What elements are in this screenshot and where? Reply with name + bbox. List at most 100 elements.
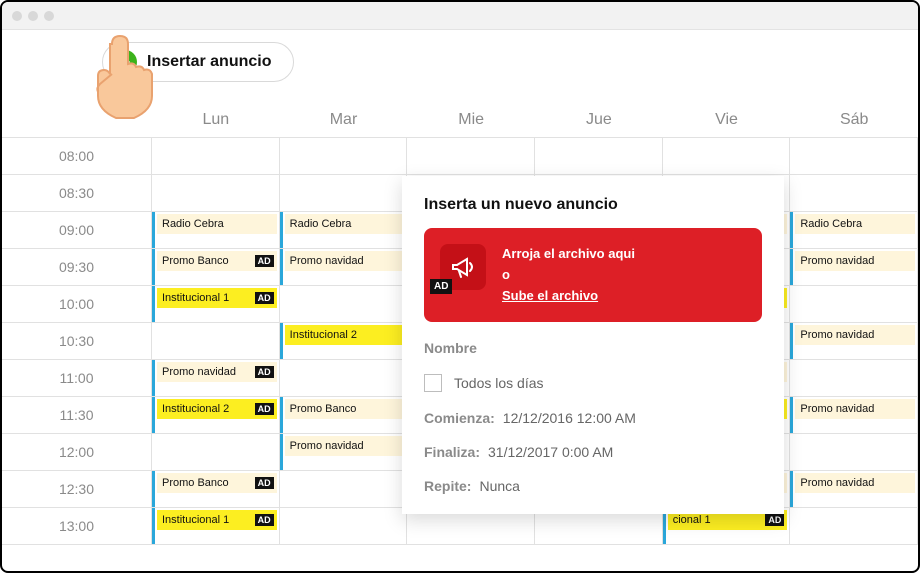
schedule-cell[interactable]: Promo Banco xyxy=(280,397,408,433)
day-header: Sáb xyxy=(790,111,918,129)
event-chip[interactable]: Promo Banco xyxy=(285,399,405,419)
ad-badge: AD xyxy=(255,514,274,527)
schedule-cell[interactable] xyxy=(407,138,535,174)
schedule-cell[interactable] xyxy=(152,138,280,174)
schedule-cell[interactable] xyxy=(280,508,408,544)
schedule-cell[interactable] xyxy=(280,286,408,322)
schedule-cell[interactable]: Institucional 2 xyxy=(280,323,408,359)
drop-line1: Arroja el archivo aqui xyxy=(502,244,635,265)
all-days-label: Todos los días xyxy=(454,375,544,391)
time-label: 12:00 xyxy=(2,434,152,470)
schedule-cell[interactable] xyxy=(280,471,408,507)
schedule-cell[interactable] xyxy=(535,138,663,174)
event-chip[interactable]: Promo navidad xyxy=(795,325,915,345)
schedule-cell[interactable] xyxy=(790,175,918,211)
day-header: Vie xyxy=(663,111,791,129)
schedule-cell[interactable]: Promo navidad xyxy=(790,323,918,359)
time-row: 08:00 xyxy=(2,138,918,175)
event-chip[interactable]: Institucional 2AD xyxy=(157,399,277,419)
time-label: 13:00 xyxy=(2,508,152,544)
ad-badge: AD xyxy=(255,255,274,268)
start-value[interactable]: 12/12/2016 12:00 AM xyxy=(503,410,636,426)
event-chip[interactable]: Institucional 1AD xyxy=(157,288,277,308)
traffic-light-dot xyxy=(12,11,22,21)
schedule-cell[interactable]: Promo navidad xyxy=(280,434,408,470)
time-label: 09:30 xyxy=(2,249,152,285)
event-chip[interactable]: Radio Cebra xyxy=(157,214,277,234)
schedule-cell[interactable] xyxy=(280,175,408,211)
insert-ad-label: Insertar anuncio xyxy=(147,53,271,71)
event-title: Promo Banco xyxy=(162,477,229,489)
ad-badge: AD xyxy=(765,514,784,527)
schedule-cell[interactable]: Promo navidad xyxy=(790,471,918,507)
schedule-cell[interactable]: Promo BancoAD xyxy=(152,471,280,507)
drop-or: o xyxy=(502,265,635,286)
end-row: Finaliza: 31/12/2017 0:00 AM xyxy=(424,444,762,460)
schedule-cell[interactable] xyxy=(152,323,280,359)
time-label: 09:00 xyxy=(2,212,152,248)
event-title: Radio Cebra xyxy=(162,218,224,230)
schedule-cell[interactable] xyxy=(280,360,408,396)
schedule-cell[interactable] xyxy=(280,138,408,174)
event-title: Institucional 1 xyxy=(162,514,229,526)
schedule-cell[interactable] xyxy=(790,508,918,544)
schedule-cell[interactable] xyxy=(663,138,791,174)
schedule-cell[interactable]: Radio Cebra xyxy=(152,212,280,248)
traffic-light-dot xyxy=(28,11,38,21)
insert-ad-area: + Insertar anuncio xyxy=(102,42,294,82)
event-title: Promo navidad xyxy=(800,477,874,489)
schedule-cell[interactable] xyxy=(790,360,918,396)
schedule-cell[interactable]: Promo navidad xyxy=(280,249,408,285)
schedule-cell[interactable]: Promo navidad xyxy=(790,249,918,285)
start-row: Comienza: 12/12/2016 12:00 AM xyxy=(424,410,762,426)
app-window: + Insertar anuncio Lun Mar Mie Jue Vie S… xyxy=(0,0,920,573)
event-chip[interactable]: Institucional 2 xyxy=(285,325,405,345)
event-chip[interactable]: Promo navidad xyxy=(795,251,915,271)
time-label: 11:00 xyxy=(2,360,152,396)
event-chip[interactable]: Promo navidad xyxy=(285,251,405,271)
event-chip[interactable]: Promo Banco AD xyxy=(157,251,277,271)
event-chip[interactable]: Promo navidad xyxy=(285,436,405,456)
event-chip[interactable]: Promo navidad xyxy=(795,473,915,493)
event-title: Institucional 2 xyxy=(162,403,229,415)
dialog-title: Inserta un nuevo anuncio xyxy=(424,196,762,214)
end-value[interactable]: 31/12/2017 0:00 AM xyxy=(488,444,613,460)
event-title: Promo navidad xyxy=(800,403,874,415)
schedule-cell[interactable] xyxy=(790,434,918,470)
start-label: Comienza: xyxy=(424,410,495,426)
schedule-cell[interactable]: Promo Banco AD xyxy=(152,249,280,285)
schedule-cell[interactable] xyxy=(152,434,280,470)
drop-text: Arroja el archivo aqui o Sube el archivo xyxy=(502,244,635,306)
schedule-cell[interactable]: Institucional 1 AD xyxy=(152,508,280,544)
event-chip[interactable]: Promo BancoAD xyxy=(157,473,277,493)
event-title: cional 1 xyxy=(673,514,711,526)
event-chip[interactable]: Promo navidad xyxy=(795,399,915,419)
event-chip[interactable]: Promo navidadAD xyxy=(157,362,277,382)
upload-link[interactable]: Sube el archivo xyxy=(502,288,598,303)
time-label: 08:30 xyxy=(2,175,152,211)
repeat-value[interactable]: Nunca xyxy=(479,478,519,494)
event-chip[interactable]: Institucional 1 AD xyxy=(157,510,277,530)
schedule-cell[interactable]: Promo navidadAD xyxy=(152,360,280,396)
schedule-cell[interactable] xyxy=(152,175,280,211)
insert-ad-button[interactable]: + Insertar anuncio xyxy=(102,42,294,82)
event-chip[interactable]: Radio Cebra xyxy=(795,214,915,234)
event-title: Radio Cebra xyxy=(290,218,352,230)
schedule-cell[interactable] xyxy=(790,138,918,174)
schedule-cell[interactable] xyxy=(790,286,918,322)
ad-badge: AD xyxy=(255,292,274,305)
schedule-cell[interactable]: Promo navidad xyxy=(790,397,918,433)
window-chrome xyxy=(2,2,918,30)
schedule-cell[interactable]: Radio Cebra xyxy=(280,212,408,248)
event-chip[interactable]: Radio Cebra xyxy=(285,214,405,234)
all-days-checkbox[interactable] xyxy=(424,374,442,392)
day-header: Mie xyxy=(407,111,535,129)
schedule-cell[interactable]: Institucional 2AD xyxy=(152,397,280,433)
time-label: 10:30 xyxy=(2,323,152,359)
event-title: Promo navidad xyxy=(800,329,874,341)
event-title: Promo Banco xyxy=(162,255,229,267)
schedule-cell[interactable]: Radio Cebra xyxy=(790,212,918,248)
schedule-cell[interactable]: Institucional 1AD xyxy=(152,286,280,322)
file-drop-zone[interactable]: AD Arroja el archivo aqui o Sube el arch… xyxy=(424,228,762,322)
day-header: Jue xyxy=(535,111,663,129)
